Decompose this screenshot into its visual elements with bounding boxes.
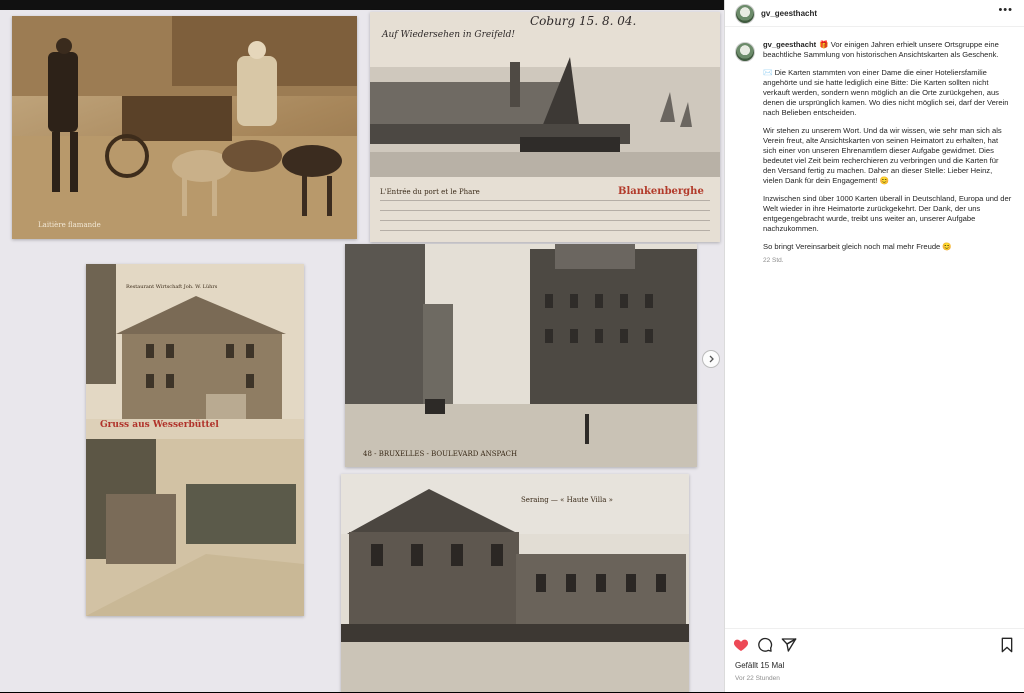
post-timestamp: Vor 22 Stunden xyxy=(735,675,780,682)
postcard-bruxelles-image xyxy=(345,244,697,467)
caption-paragraph: So bringt Vereinsarbeit gleich noch mal … xyxy=(763,242,952,251)
media-top-strip xyxy=(0,0,724,10)
chevron-right-icon xyxy=(709,355,714,363)
post-actions: Gefällt 15 Mal Vor 22 Stunden xyxy=(725,628,1024,693)
carousel-next-button[interactable] xyxy=(702,350,720,368)
caption-time: 22 Std. xyxy=(763,257,784,264)
postcard-seraing-image xyxy=(341,474,689,692)
caption-paragraph: ✉️ Die Karten stammten von einer Dame di… xyxy=(763,68,1009,117)
bookmark-icon[interactable] xyxy=(999,637,1015,653)
caption-paragraph: Wir stehen zu unserem Wort. Und da wir w… xyxy=(763,126,1002,185)
caption-paragraph: Inzwischen sind über 1000 Karten überall… xyxy=(763,194,1012,233)
share-icon[interactable] xyxy=(781,637,797,653)
card3-sign: Restaurant Wirtschaft Joh. W. Lührs xyxy=(126,284,218,290)
postcard-wesserbuettel-image xyxy=(86,264,304,616)
post-caption: gv_geesthacht 🎁 Vor einigen Jahren erhiel… xyxy=(763,40,1013,266)
card2-place: Blankenberghe xyxy=(618,186,704,197)
post-header: gv_geesthacht ••• xyxy=(725,0,1024,27)
postcard-wesserbuettel: Restaurant Wirtschaft Joh. W. Lührs Grus… xyxy=(86,264,304,616)
postcard-seraing: Seraing — « Haute Villa » xyxy=(341,474,689,692)
caption-username[interactable]: gv_geesthacht xyxy=(763,40,816,49)
postcard-laitiere-image xyxy=(12,16,357,239)
card5-caption: Seraing — « Haute Villa » xyxy=(521,496,613,504)
card4-caption: 48 - BRUXELLES - BOULEVARD ANSPACH xyxy=(363,450,518,458)
caption-paragraph: gv_geesthacht 🎁 Vor einigen Jahren erhiel… xyxy=(763,40,1013,60)
card2-handwriting-block xyxy=(380,200,710,240)
postcard-laitiere-flamande: Laitière flamande xyxy=(12,16,357,239)
card3-title: Gruss aus Wesserbüttel xyxy=(100,420,219,430)
card1-caption: Laitière flamande xyxy=(38,221,101,229)
post-media[interactable]: Laitière flamande Coburg 15. 8. 04. Auf … xyxy=(0,0,724,692)
more-options-button[interactable]: ••• xyxy=(998,4,1013,16)
header-username[interactable]: gv_geesthacht xyxy=(761,9,817,18)
likes-count[interactable]: Gefällt 15 Mal xyxy=(735,661,784,670)
comment-icon[interactable] xyxy=(757,637,773,653)
card2-handwriting-date: Coburg 15. 8. 04. xyxy=(530,14,637,28)
post-side-panel: gv_geesthacht ••• gv_geesthacht 🎁 Vor ein… xyxy=(724,0,1024,692)
card2-handwriting-line: Auf Wiedersehen in Greifeld! xyxy=(382,30,516,40)
caption-avatar[interactable] xyxy=(735,42,755,62)
gift-emoji: 🎁 xyxy=(819,40,829,49)
avatar[interactable] xyxy=(735,4,755,24)
postcard-blankenberghe: Coburg 15. 8. 04. Auf Wiedersehen in Gre… xyxy=(370,12,720,242)
card2-caption: L'Entrée du port et le Phare xyxy=(380,188,480,196)
heart-icon[interactable] xyxy=(733,637,749,653)
postcard-bruxelles: 48 - BRUXELLES - BOULEVARD ANSPACH xyxy=(345,244,697,467)
